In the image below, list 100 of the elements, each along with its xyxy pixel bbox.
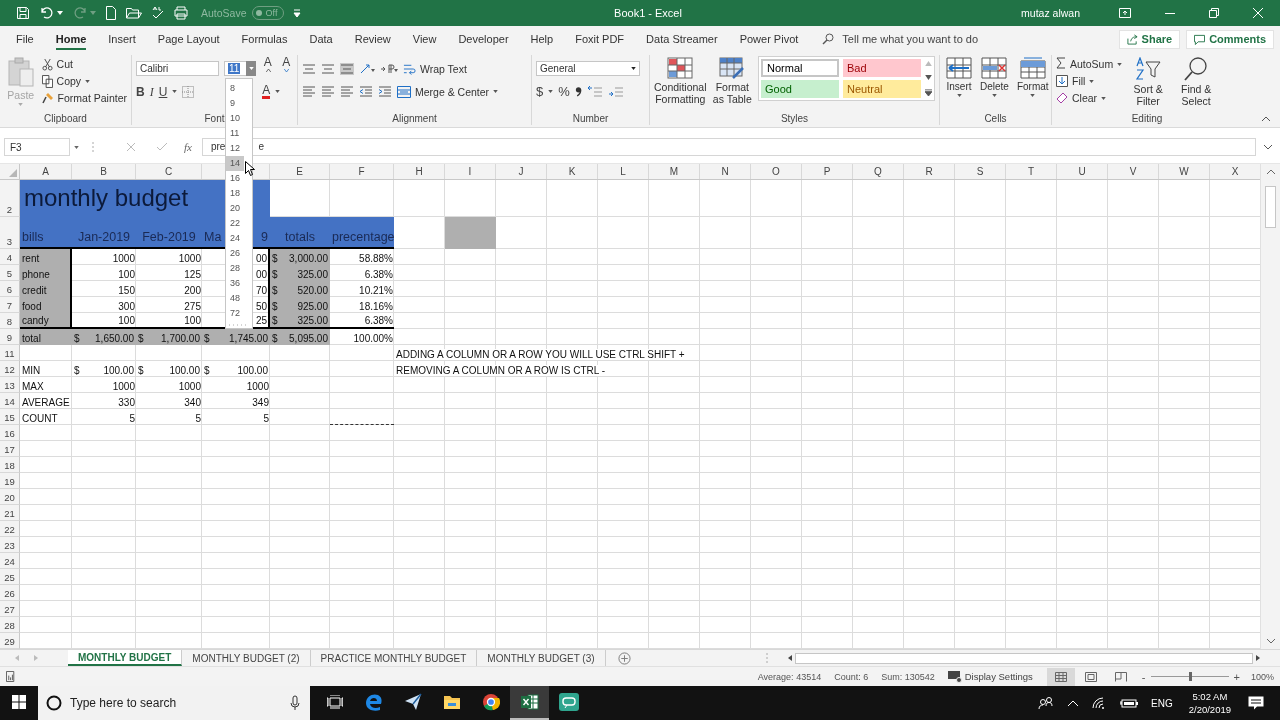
- fill-button[interactable]: Fill: [1056, 74, 1123, 88]
- people-icon[interactable]: [1038, 696, 1055, 710]
- ribbon-tab[interactable]: Page Layout: [157, 28, 220, 50]
- font-size-option[interactable]: 20: [226, 201, 244, 216]
- number-format-field[interactable]: General: [536, 61, 640, 76]
- row-header[interactable]: 14: [0, 393, 20, 409]
- row-header[interactable]: 16: [0, 425, 20, 441]
- ribbon-display-icon[interactable]: [1119, 8, 1131, 18]
- comments-button[interactable]: Comments: [1186, 29, 1274, 49]
- cell-style-option[interactable]: Neutral: [843, 80, 921, 98]
- sum-text[interactable]: Sum: 130542: [881, 671, 935, 682]
- row-header[interactable]: 12: [0, 361, 20, 377]
- font-size-option[interactable]: 10: [226, 111, 244, 126]
- ribbon-tab[interactable]: Review: [354, 28, 391, 50]
- taskbar-search-field[interactable]: Type here to search: [38, 686, 310, 720]
- row-header[interactable]: 20: [0, 489, 20, 505]
- font-size-option[interactable]: 14: [226, 156, 244, 171]
- row-header[interactable]: 27: [0, 601, 20, 617]
- new-file-icon[interactable]: [105, 6, 117, 20]
- row-header[interactable]: 17: [0, 441, 20, 457]
- font-size-field[interactable]: 11: [224, 61, 248, 76]
- ribbon-tab[interactable]: Foxit PDF: [575, 28, 625, 50]
- clock[interactable]: 5:02 AM 2/20/2019: [1188, 690, 1231, 716]
- cell-style-option[interactable]: Normal: [761, 59, 839, 77]
- column-header[interactable]: B: [72, 164, 136, 179]
- font-size-option[interactable]: 26: [226, 246, 244, 261]
- printer-icon[interactable]: [174, 6, 188, 20]
- restore-icon[interactable]: [1209, 8, 1219, 18]
- row-header[interactable]: 11: [0, 345, 20, 361]
- scroll-left-icon[interactable]: [788, 655, 792, 661]
- row-header[interactable]: 2: [0, 180, 20, 217]
- font-size-option[interactable]: 48: [226, 291, 244, 306]
- language-indicator[interactable]: ENG: [1151, 697, 1173, 709]
- wifi-icon[interactable]: [1092, 697, 1107, 709]
- notification-icon[interactable]: [1248, 696, 1264, 710]
- row-header[interactable]: 4: [0, 249, 20, 265]
- cells-button[interactable]: Insert: [944, 55, 974, 97]
- align-lines-icon[interactable]: [340, 62, 354, 75]
- column-header[interactable]: C: [136, 164, 202, 179]
- cell-style-option[interactable]: Good: [761, 80, 839, 98]
- ribbon-tab[interactable]: Home: [55, 28, 87, 50]
- zoom-out-button[interactable]: -: [1141, 670, 1146, 683]
- column-header[interactable]: A: [20, 164, 72, 179]
- scroll-up-icon[interactable]: [1266, 169, 1275, 174]
- column-header[interactable]: I: [445, 164, 496, 179]
- column-header[interactable]: T: [1006, 164, 1057, 179]
- font-size-option[interactable]: 28: [226, 261, 244, 276]
- taskbar-app-button[interactable]: [510, 686, 549, 720]
- indent-icon[interactable]: [359, 85, 373, 98]
- scroll-down-icon[interactable]: [1266, 639, 1275, 644]
- ribbon-tab[interactable]: Help: [530, 28, 554, 50]
- ribbon-tab[interactable]: Insert: [108, 28, 136, 50]
- column-header[interactable]: V: [1108, 164, 1159, 179]
- ribbon-tab[interactable]: Data: [309, 28, 333, 50]
- bold-button[interactable]: B: [136, 84, 145, 99]
- autosum-button[interactable]: AutoSum: [1056, 57, 1123, 71]
- row-header[interactable]: 29: [0, 633, 20, 649]
- font-size-option[interactable]: 12: [226, 141, 244, 156]
- row-header[interactable]: 21: [0, 505, 20, 521]
- column-header[interactable]: E: [270, 164, 330, 179]
- sheet-tab[interactable]: MONTHLY BUDGET: [68, 650, 183, 666]
- font-size-option[interactable]: 16: [226, 171, 244, 186]
- insert-function-button[interactable]: fx: [184, 141, 192, 153]
- row-header[interactable]: 9: [0, 329, 20, 345]
- minimize-icon[interactable]: [1165, 12, 1175, 14]
- user-name[interactable]: mutaz alwan: [1021, 7, 1080, 19]
- currency-button[interactable]: $: [536, 84, 544, 99]
- save-icon[interactable]: [16, 6, 30, 20]
- display-settings-button[interactable]: Display Settings: [947, 670, 1033, 683]
- row-header[interactable]: 6: [0, 281, 20, 297]
- font-size-option[interactable]: 72: [226, 306, 244, 321]
- row-header[interactable]: 22: [0, 521, 20, 537]
- customize-icon[interactable]: [293, 9, 302, 17]
- copy-button[interactable]: Copy: [41, 74, 127, 88]
- row-header[interactable]: 23: [0, 537, 20, 553]
- vertical-scrollbar[interactable]: [1260, 164, 1280, 649]
- chevron-up-icon[interactable]: [1068, 700, 1079, 706]
- collapse-ribbon-icon[interactable]: [1262, 116, 1270, 121]
- ribbon-tab[interactable]: View: [412, 28, 437, 50]
- ribbon-tab[interactable]: Power Pivot: [739, 28, 799, 50]
- row-header[interactable]: 18: [0, 457, 20, 473]
- cells-button[interactable]: Delete: [978, 55, 1011, 97]
- average-text[interactable]: Average: 43514: [757, 671, 822, 682]
- column-header[interactable]: U: [1057, 164, 1108, 179]
- font-size-option[interactable]: 24: [226, 231, 244, 246]
- battery-icon[interactable]: [1120, 698, 1139, 708]
- caret-icon[interactable]: [172, 90, 178, 93]
- sort-filter-button[interactable]: Sort & Filter: [1126, 55, 1171, 107]
- find-select-button[interactable]: Find & Select: [1174, 55, 1219, 107]
- caret-icon[interactable]: [548, 90, 554, 93]
- column-header[interactable]: R: [904, 164, 955, 179]
- row-header[interactable]: 3: [0, 217, 20, 249]
- macro-record-icon[interactable]: [6, 671, 17, 682]
- column-header[interactable]: Q: [853, 164, 904, 179]
- indent-icon[interactable]: [378, 85, 392, 98]
- column-header[interactable]: S: [955, 164, 1006, 179]
- conditional-formatting-button[interactable]: Conditional Formatting: [654, 55, 707, 105]
- font-size-option[interactable]: 36: [226, 276, 244, 291]
- column-header[interactable]: P: [802, 164, 853, 179]
- more-icon[interactable]: [925, 89, 932, 96]
